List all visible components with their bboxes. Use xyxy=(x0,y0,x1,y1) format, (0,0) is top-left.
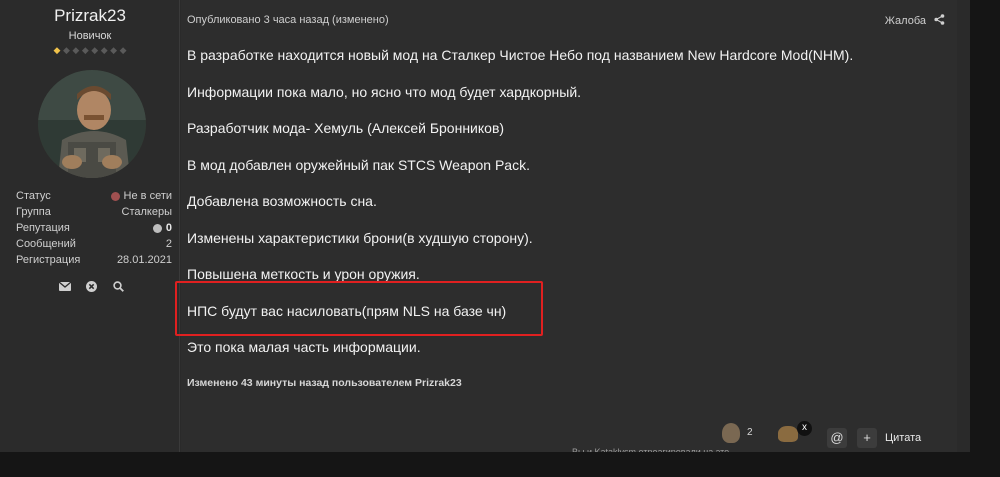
post-paragraph: В разработке находится новый мод на Стал… xyxy=(187,47,854,63)
rank-pips: ◆ ◆ ◆ ◆ ◆ ◆ ◆ ◆ xyxy=(0,45,180,56)
post-content: Опубликовано 3 часа назад (изменено) Жал… xyxy=(181,0,957,452)
bottom-strip xyxy=(0,452,1000,477)
report-link[interactable]: Жалоба xyxy=(885,15,926,27)
reaction-face-icon[interactable] xyxy=(722,423,740,443)
offline-status-icon xyxy=(110,191,120,201)
avatar[interactable] xyxy=(38,70,146,178)
stat-value: 0 xyxy=(165,222,172,234)
ignore-icon[interactable] xyxy=(85,280,98,293)
rank-pip-icon: ◆ xyxy=(91,45,99,55)
rank-pip-icon: ◆ xyxy=(53,45,61,55)
stat-label: Сообщений xyxy=(16,238,76,250)
post-paragraph: Изменены характеристики брони(в худшую с… xyxy=(187,229,533,246)
post-body: В разработке находится новый мод на Стал… xyxy=(187,45,927,374)
author-name[interactable]: Prizrak23 xyxy=(0,6,180,26)
edited-note: Изменено 43 минуты назад пользователем P… xyxy=(187,377,462,389)
share-icon[interactable] xyxy=(934,14,945,28)
post-frame: Prizrak23 Новичок ◆ ◆ ◆ ◆ ◆ ◆ ◆ ◆ Статус… xyxy=(0,0,970,457)
author-title: Новичок xyxy=(68,30,112,42)
stat-status: Статус Не в сети xyxy=(16,188,172,204)
page: Prizrak23 Новичок ◆ ◆ ◆ ◆ ◆ ◆ ◆ ◆ Статус… xyxy=(0,0,1000,477)
post-timestamp[interactable]: Опубликовано 3 часа назад (изменено) xyxy=(187,14,389,26)
author-panel: Prizrak23 Новичок ◆ ◆ ◆ ◆ ◆ ◆ ◆ ◆ Статус… xyxy=(0,0,180,452)
post-paragraph: Это пока малая часть информации. xyxy=(187,339,421,355)
stat-label: Статус xyxy=(16,190,51,202)
post-paragraph: Информации пока мало, но ясно что мод бу… xyxy=(187,83,582,100)
avatar-image xyxy=(38,70,146,178)
reaction-picker-icon[interactable] xyxy=(778,426,798,442)
stat-reputation: Репутация 0 xyxy=(16,220,172,236)
message-icon[interactable] xyxy=(58,280,71,293)
post-paragraph: В мод добавлен оружейный пак STCS Weapon… xyxy=(187,156,530,173)
post-paragraph: Добавлена возможность сна. xyxy=(187,193,377,209)
rank-pip-icon: ◆ xyxy=(81,45,89,55)
post-tools: Жалоба xyxy=(885,14,945,28)
stat-label: Группа xyxy=(16,206,51,218)
quote-button[interactable]: Цитата xyxy=(885,432,921,444)
multiquote-button[interactable]: + xyxy=(857,428,877,448)
reputation-icon xyxy=(152,223,162,233)
search-icon[interactable] xyxy=(112,280,125,293)
post-paragraph: Разработчик мода- Хемуль (Алексей Бронни… xyxy=(187,120,505,136)
post-paragraph: Повышена меткость и урон оружия. xyxy=(187,266,420,282)
mention-button[interactable]: @ xyxy=(827,428,847,448)
rank-pip-icon: ◆ xyxy=(119,45,127,55)
stat-posts: Сообщений 2 xyxy=(16,236,172,252)
rank-pip-icon: ◆ xyxy=(62,45,70,55)
author-stats: Статус Не в сети Группа Сталкеры Репутац… xyxy=(16,188,172,268)
author-actions xyxy=(58,280,138,293)
stat-value: 2 xyxy=(165,238,172,250)
rank-pip-icon: ◆ xyxy=(100,45,108,55)
stat-value: 28.01.2021 xyxy=(116,254,172,266)
post-paragraph-highlighted: НПС будут вас насиловать(прям NLS на баз… xyxy=(187,302,507,319)
stat-label: Регистрация xyxy=(16,254,81,266)
remove-reaction-button[interactable]: x xyxy=(797,421,812,436)
reaction-count: 2 xyxy=(747,427,753,438)
rank-pip-icon: ◆ xyxy=(110,45,118,55)
stat-group: Группа Сталкеры xyxy=(16,204,172,220)
rank-pip-icon: ◆ xyxy=(72,45,80,55)
stat-label: Репутация xyxy=(16,222,70,234)
stat-value: Не в сети xyxy=(123,190,172,202)
stat-value: Сталкеры xyxy=(121,206,172,218)
stat-registration: Регистрация 28.01.2021 xyxy=(16,252,172,268)
